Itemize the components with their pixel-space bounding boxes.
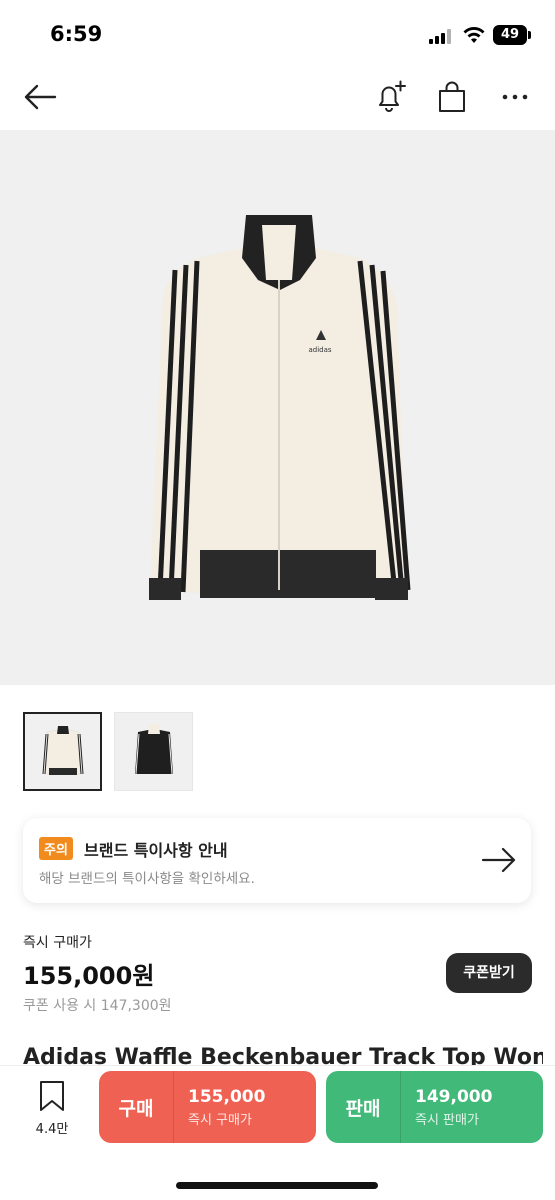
jacket-thumbnail <box>42 725 83 775</box>
notice-description: 해당 브랜드의 특이사항을 확인하세요. <box>39 871 255 887</box>
back-arrow-icon <box>24 84 57 110</box>
thumbnail-white-jacket[interactable] <box>23 712 102 791</box>
sell-button[interactable]: 판매 149,000 즉시 판매가 <box>326 1071 543 1143</box>
sell-price: 149,000 <box>415 1086 493 1107</box>
product-image[interactable]: adidas <box>0 130 555 685</box>
cart-button[interactable] <box>432 76 472 118</box>
thumbnail-black-jacket[interactable] <box>114 712 193 791</box>
wish-count: 4.4만 <box>35 1122 69 1137</box>
notification-button[interactable] <box>370 76 410 118</box>
buy-button[interactable]: 구매 155,000 즉시 구매가 <box>99 1071 316 1143</box>
svg-text:adidas: adidas <box>308 346 331 354</box>
status-bar: 6:59 49 <box>0 0 555 64</box>
buy-sub-label: 즉시 구매가 <box>188 1112 252 1128</box>
buy-price: 155,000 <box>188 1086 266 1107</box>
brand-notice-card[interactable]: 주의 브랜드 특이사항 안내 해당 브랜드의 특이사항을 확인하세요. <box>23 818 531 903</box>
bottom-action-bar: 4.4만 구매 155,000 즉시 구매가 판매 149,000 즉시 판매가 <box>0 1065 555 1200</box>
arrow-right-icon <box>481 847 516 873</box>
notice-title: 브랜드 특이사항 안내 <box>84 841 228 860</box>
more-icon <box>502 94 528 100</box>
home-indicator <box>176 1182 378 1189</box>
sell-sub-label: 즉시 판매가 <box>415 1112 479 1128</box>
wishlist-button[interactable]: 4.4만 <box>28 1080 76 1137</box>
price-value: 155,000원 <box>23 962 155 990</box>
buy-label: 구매 <box>118 1097 154 1120</box>
status-time: 6:59 <box>50 22 103 46</box>
jacket-thumbnail <box>133 723 174 774</box>
bookmark-icon <box>40 1081 64 1111</box>
get-coupon-button[interactable]: 쿠폰받기 <box>446 953 532 993</box>
jacket-image: adidas <box>149 215 411 600</box>
back-button[interactable] <box>20 76 60 118</box>
coupon-price: 쿠폰 사용 시 147,300원 <box>23 998 172 1014</box>
instant-buy-label: 즉시 구매가 <box>23 935 92 951</box>
thumbnail-list <box>23 712 193 791</box>
sell-label: 판매 <box>345 1097 381 1120</box>
notice-badge: 주의 <box>39 837 73 860</box>
wifi-icon <box>463 27 485 43</box>
shopping-bag-icon <box>439 81 465 112</box>
signal-icon <box>429 28 455 44</box>
bell-plus-icon <box>379 80 406 112</box>
more-button[interactable] <box>495 76 535 118</box>
top-nav-bar <box>0 64 555 130</box>
battery-indicator: 49 <box>493 25 531 45</box>
